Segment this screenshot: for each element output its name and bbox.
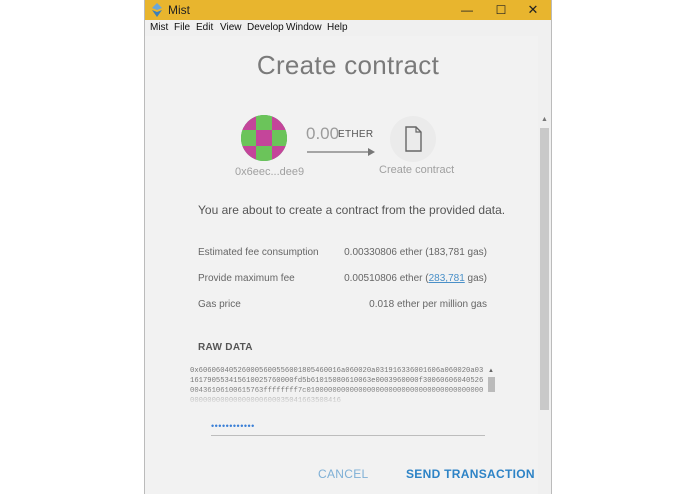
identicon-icon	[241, 115, 287, 161]
gas-price-value: 0.018 ether per million gas	[369, 299, 487, 310]
password-input[interactable]: ••••••••••••	[211, 421, 485, 436]
arrow-right-icon	[307, 148, 375, 156]
intro-text: You are about to create a contract from …	[198, 203, 506, 217]
minimize-button[interactable]: —	[450, 0, 484, 20]
raw-data-fade	[190, 388, 490, 406]
max-fee-value: 0.00510806 ether (283,781 gas)	[344, 273, 487, 284]
contract-label: Create contract	[379, 164, 455, 176]
amount-unit: ETHER	[338, 129, 374, 140]
amount-value: 0.00	[306, 124, 340, 143]
menu-edit[interactable]: Edit	[196, 22, 213, 33]
scroll-up-arrow-icon[interactable]: ▲	[541, 116, 548, 123]
menu-help[interactable]: Help	[327, 22, 348, 33]
menu-mist[interactable]: Mist	[150, 22, 168, 33]
max-fee-prefix: 0.00510806 ether (	[344, 273, 429, 284]
estimated-fee-label: Estimated fee consumption	[198, 247, 319, 258]
menu-window[interactable]: Window	[286, 22, 322, 33]
raw-data-scrollbar[interactable]: ▲	[487, 368, 496, 398]
mist-window: Mist — ☐ ✕ Mist File Edit View Develop W…	[144, 0, 552, 494]
raw-data-scroll-thumb[interactable]	[488, 377, 495, 392]
from-address: 0x6eec...dee9	[235, 166, 305, 178]
mist-logo-icon	[152, 3, 162, 17]
window-scrollbar[interactable]: ▲	[538, 116, 551, 416]
contract-icon-circle	[390, 116, 436, 162]
max-fee-label: Provide maximum fee	[198, 273, 295, 284]
menu-develop[interactable]: Develop	[247, 22, 284, 33]
gas-price-label: Gas price	[198, 299, 241, 310]
popup-content: Create contract 0x6eec...dee9 0.00 ETHER	[145, 36, 538, 494]
account-identicon[interactable]	[241, 115, 287, 161]
menu-bar: Mist File Edit View Develop Window Help	[145, 20, 551, 36]
max-gas-link[interactable]: 283,781	[429, 273, 465, 284]
cancel-button[interactable]: CANCEL	[318, 467, 368, 481]
title-bar[interactable]: Mist — ☐ ✕	[145, 0, 551, 20]
page-title: Create contract	[256, 50, 440, 80]
scroll-up-icon[interactable]: ▲	[488, 368, 494, 374]
document-icon	[405, 126, 422, 152]
menu-view[interactable]: View	[220, 22, 242, 33]
window-scroll-thumb[interactable]	[540, 128, 549, 410]
send-transaction-button[interactable]: SEND TRANSACTION	[406, 467, 535, 481]
max-fee-suffix: gas)	[464, 273, 487, 284]
estimated-fee-value: 0.00330806 ether (183,781 gas)	[344, 247, 487, 258]
raw-data-title: RAW DATA	[198, 342, 253, 353]
close-button[interactable]: ✕	[516, 0, 550, 20]
maximize-button[interactable]: ☐	[484, 0, 518, 20]
menu-file[interactable]: File	[174, 22, 190, 33]
window-title: Mist	[168, 3, 190, 17]
